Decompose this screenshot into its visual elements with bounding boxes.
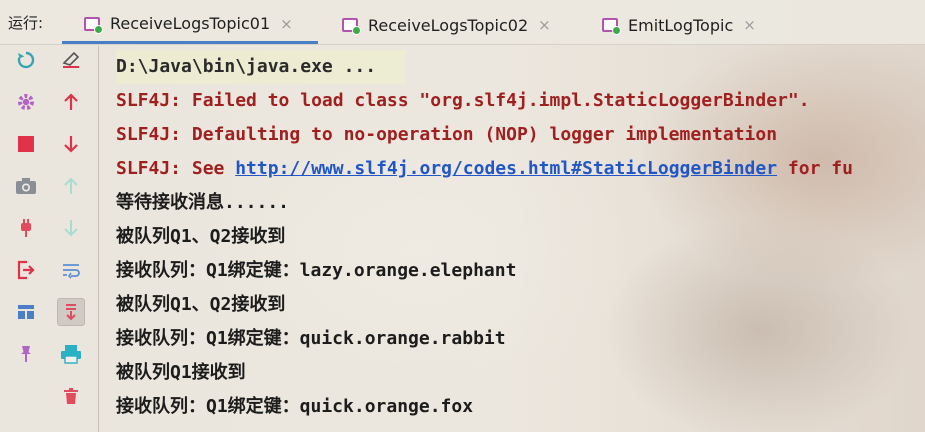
output-line: 等待接收消息......: [116, 192, 290, 213]
down-arrow-disabled-icon: [57, 214, 85, 242]
error-line: SLF4J: See http://www.slf4j.org/codes.ht…: [116, 152, 925, 186]
run-config-icon: [342, 18, 361, 35]
run-config-icon: [602, 18, 621, 35]
pin-icon[interactable]: [12, 340, 40, 368]
close-icon[interactable]: ×: [538, 16, 551, 34]
scroll-to-end-icon[interactable]: [57, 298, 85, 326]
trash-icon[interactable]: [57, 382, 85, 410]
error-text: for fu: [777, 158, 853, 179]
wrap-icon[interactable]: [57, 256, 85, 284]
output-line: 接收队列：Q1绑定键：lazy.orange.elephant: [116, 260, 517, 281]
print-icon[interactable]: [57, 340, 85, 368]
run-toolbar-left: [11, 46, 41, 382]
toolbar-divider: [98, 46, 99, 432]
clear-icon[interactable]: [57, 46, 85, 74]
output-line: 被队列Q1、Q2接收到: [116, 226, 286, 247]
exit-icon[interactable]: [12, 256, 40, 284]
output-line: 接收队列：Q1绑定键：quick.orange.rabbit: [116, 328, 506, 349]
error-text: SLF4J: See: [116, 158, 236, 179]
tab-label: ReceiveLogsTopic02: [368, 15, 529, 35]
command-line: D:\Java\bin\java.exe ...: [116, 50, 406, 84]
rerun-icon[interactable]: [12, 46, 40, 74]
slf4j-link[interactable]: http://www.slf4j.org/codes.html#StaticLo…: [235, 158, 777, 179]
output-line: 被队列Q1接收到: [116, 362, 246, 383]
console-output[interactable]: D:\Java\bin\java.exe ... SLF4J: Failed t…: [116, 50, 925, 424]
close-icon[interactable]: ×: [743, 16, 756, 34]
error-line: SLF4J: Failed to load class "org.slf4j.i…: [116, 90, 810, 111]
camera-icon[interactable]: [12, 172, 40, 200]
close-icon[interactable]: ×: [280, 15, 293, 33]
output-line: 被队列Q1、Q2接收到: [116, 294, 286, 315]
up-arrow-icon[interactable]: [57, 88, 85, 116]
plug-icon[interactable]: [12, 214, 40, 242]
tab-receivelogstopic01[interactable]: ReceiveLogsTopic01 ×: [62, 6, 318, 44]
settings-icon[interactable]: [12, 88, 40, 116]
output-line: 接收队列：Q1绑定键：quick.orange.fox: [116, 396, 474, 417]
run-config-icon: [84, 16, 103, 34]
run-label: 运行:: [8, 14, 44, 32]
error-line: SLF4J: Defaulting to no-operation (NOP) …: [116, 124, 778, 145]
up-arrow-disabled-icon: [57, 172, 85, 200]
down-arrow-icon[interactable]: [57, 130, 85, 158]
layout-icon[interactable]: [12, 298, 40, 326]
tab-emitlogtopic[interactable]: EmitLogTopic ×: [602, 6, 756, 44]
run-toolbar-right: [56, 46, 86, 424]
stop-icon[interactable]: [12, 130, 40, 158]
tab-receivelogstopic02[interactable]: ReceiveLogsTopic02 ×: [342, 6, 551, 44]
tab-label: ReceiveLogsTopic01: [110, 14, 271, 33]
run-tab-bar: 运行: ReceiveLogsTopic01 × ReceiveLogsTopi…: [0, 0, 925, 45]
tab-label: EmitLogTopic: [628, 15, 734, 35]
